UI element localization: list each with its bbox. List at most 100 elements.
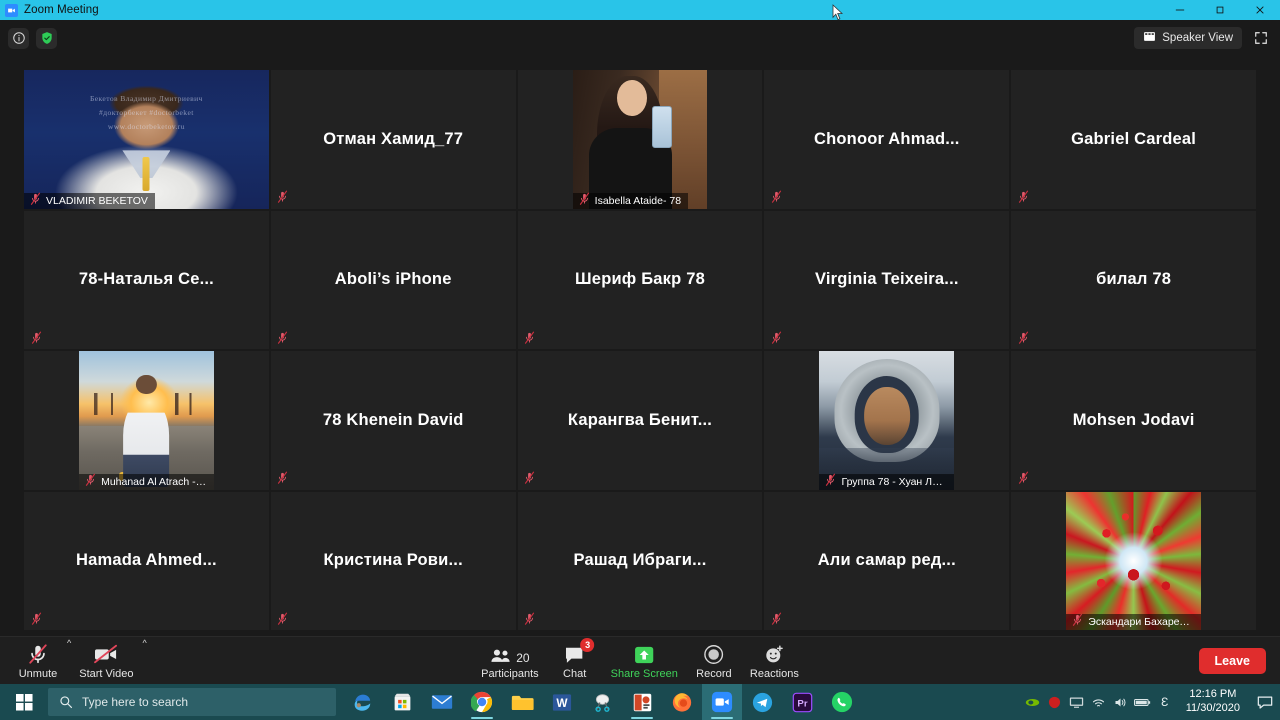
telegram-icon[interactable] [742, 684, 782, 720]
start-video-button[interactable]: Start Video [71, 637, 141, 685]
close-button[interactable] [1240, 0, 1280, 20]
participant-name: Mohsen Jodavi [1072, 410, 1195, 429]
maximize-button[interactable] [1200, 0, 1240, 20]
wifi-icon[interactable] [1088, 684, 1110, 720]
participant-tile[interactable]: Группа 78 - Хуан Лукас Де О... [764, 351, 1010, 490]
language-icon[interactable]: Ɛ [1154, 684, 1176, 720]
share-screen-label: Share Screen [610, 667, 678, 680]
leave-button[interactable]: Leave [1198, 648, 1266, 674]
participant-name: Muhanad Al Atrach -78 [79, 473, 214, 490]
participant-tile[interactable]: Карангва Бенит... [517, 351, 763, 490]
reactions-button[interactable]: Reactions [742, 637, 807, 685]
participant-tile[interactable]: 78 Khenein David [270, 351, 516, 490]
search-input[interactable]: Type here to search [48, 688, 336, 716]
display-icon[interactable] [1066, 684, 1088, 720]
record-label: Record [696, 667, 732, 680]
participant-name: Кристина Рови... [323, 551, 463, 570]
speaker-view-button[interactable]: Speaker View [1134, 27, 1242, 49]
info-icon[interactable] [8, 27, 29, 49]
participant-tile[interactable]: билал 78 [1011, 210, 1256, 349]
participant-video: Бекетов Владимир Дмитриевич #докторбекет … [24, 70, 269, 209]
window-title-bar: Zoom Meeting [0, 0, 1280, 20]
participant-tile[interactable]: Бекетов Владимир Дмитриевич #докторбекет … [24, 70, 269, 209]
chat-unread-badge: 3 [580, 637, 595, 652]
windows-start-icon[interactable] [0, 684, 48, 720]
share-screen-button[interactable]: Share Screen [603, 637, 686, 685]
start-video-label: Start Video [79, 667, 134, 680]
unmute-label: Unmute [18, 667, 58, 680]
green-shield-icon[interactable] [36, 27, 57, 49]
record-circle-icon [703, 643, 724, 665]
mic-muted-icon [1016, 190, 1030, 205]
participant-tile[interactable]: Isabella Ataide- 78 [517, 70, 763, 209]
clock-date: 11/30/2020 [1185, 702, 1240, 714]
mic-muted-icon [523, 471, 537, 486]
edge-icon[interactable] [342, 684, 382, 720]
participant-tile[interactable]: Эскандари Бахарех 78 [1011, 491, 1256, 630]
notification-icon[interactable] [1250, 684, 1280, 720]
participant-tile[interactable]: Рашад Ибраги... [517, 491, 763, 630]
taskbar-clock[interactable]: 12:16 PM 11/30/2020 [1176, 688, 1250, 716]
speaker-view-label: Speaker View [1162, 32, 1233, 44]
mic-muted-icon [1016, 471, 1030, 486]
record-button[interactable]: Record [686, 637, 742, 685]
participant-tile[interactable]: Hamada Ahmed... [24, 491, 269, 630]
participant-name: 78-Наталья Се... [78, 270, 214, 289]
zoom-icon[interactable] [702, 684, 742, 720]
window-controls [1160, 0, 1280, 20]
fullscreen-icon[interactable] [1250, 27, 1272, 49]
header-right-group: Speaker View [1134, 27, 1272, 49]
nvidia-icon[interactable] [1022, 684, 1044, 720]
mic-muted-icon [769, 190, 783, 205]
mouse-cursor [832, 4, 844, 27]
participant-tile[interactable]: Mohsen Jodavi [1011, 351, 1256, 490]
meeting-toolbar: Unmute ^ Start Video ^ 20 Participants 3… [0, 636, 1280, 684]
mic-muted-icon [276, 471, 290, 486]
video-options-chevron-icon[interactable]: ^ [142, 625, 146, 648]
volume-icon[interactable] [1110, 684, 1132, 720]
file-explorer-icon[interactable] [502, 684, 542, 720]
chat-button[interactable]: 3 Chat [547, 637, 603, 685]
participant-name: Шериф Бакр 78 [575, 270, 705, 289]
chat-bubble-icon: 3 [564, 637, 595, 665]
store-icon[interactable] [382, 684, 422, 720]
mic-muted-icon [29, 330, 43, 345]
mic-muted-icon [276, 611, 290, 626]
powerpoint-icon[interactable] [622, 684, 662, 720]
mic-muted-icon [276, 190, 290, 205]
unmute-button[interactable]: Unmute [10, 637, 66, 685]
premiere-icon[interactable]: Pr [782, 684, 822, 720]
participant-name: Hamada Ahmed... [75, 551, 217, 570]
participant-tile[interactable]: Шериф Бакр 78 [517, 210, 763, 349]
participant-tile[interactable]: Virginia Teixeira... [764, 210, 1010, 349]
chrome-icon[interactable] [462, 684, 502, 720]
firefox-icon[interactable] [662, 684, 702, 720]
participants-button[interactable]: 20 Participants [473, 637, 546, 685]
participant-tile[interactable]: Али самар ред... [764, 491, 1010, 630]
participant-video: Группа 78 - Хуан Лукас Де О... [764, 351, 1009, 490]
mic-muted-icon [29, 192, 42, 206]
participant-tile[interactable]: Gabriel Cardeal [1011, 70, 1256, 209]
mic-muted-icon [27, 643, 49, 665]
participant-video: Isabella Ataide- 78 [518, 70, 763, 209]
red-app-icon[interactable] [1044, 684, 1066, 720]
meeting-header-bar: Speaker View [0, 20, 1280, 56]
participant-tile[interactable]: 78-Наталья Се... [24, 210, 269, 349]
participant-tile[interactable]: Muhanad Al Atrach -78 [24, 351, 269, 490]
battery-icon[interactable] [1132, 684, 1154, 720]
participant-gallery-grid: Бекетов Владимир Дмитриевич #докторбекет … [0, 56, 1280, 636]
word-icon[interactable]: W [542, 684, 582, 720]
mail-icon[interactable] [422, 684, 462, 720]
share-up-arrow-icon [633, 643, 655, 665]
mic-muted-icon [276, 330, 290, 345]
participant-tile[interactable]: Chonoor Ahmad... [764, 70, 1010, 209]
mic-muted-icon [1071, 613, 1084, 627]
participant-tile[interactable]: Aboli’s iPhone [270, 210, 516, 349]
participant-tile[interactable]: Отман Хамид_77 [270, 70, 516, 209]
minimize-button[interactable] [1160, 0, 1200, 20]
participant-name: Virginia Teixeira... [814, 270, 959, 289]
snip-sketch-icon[interactable] [582, 684, 622, 720]
participant-video: Эскандари Бахарех 78 [1011, 491, 1256, 630]
participant-tile[interactable]: Кристина Рови... [270, 491, 516, 630]
whatsapp-icon[interactable] [822, 684, 862, 720]
